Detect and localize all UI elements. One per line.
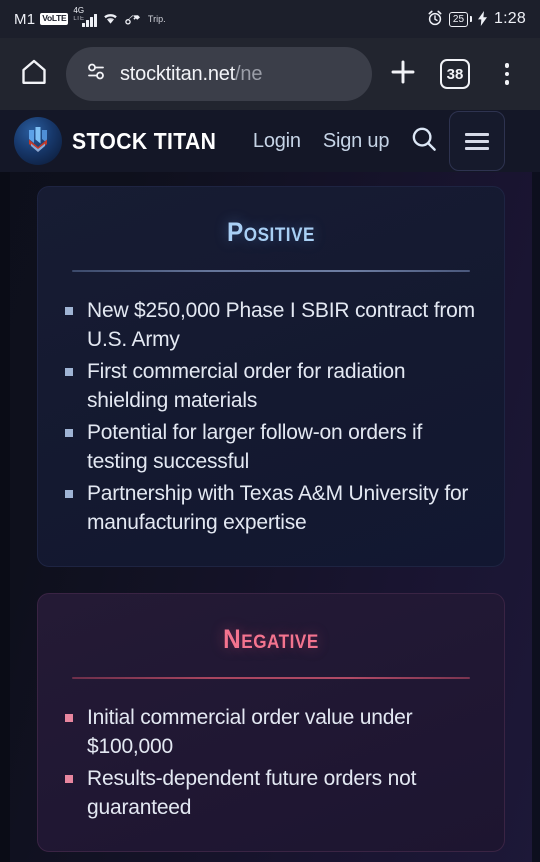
- alarm-clock-icon: [427, 10, 443, 28]
- tab-count-badge: 38: [440, 59, 470, 89]
- status-bar-right: 25 1:28: [427, 10, 526, 28]
- search-icon: [409, 124, 439, 159]
- search-button[interactable]: [409, 124, 439, 159]
- list-item: Results-dependent future orders not guar…: [62, 764, 480, 822]
- hamburger-menu-button[interactable]: [449, 111, 506, 171]
- browser-toolbar: stocktitan.net/ne 38: [0, 38, 540, 110]
- page-content-area: Positive New $250,000 Phase I SBIR contr…: [0, 172, 540, 862]
- browser-menu-button[interactable]: [486, 53, 528, 95]
- sentiment-cards-container: Positive New $250,000 Phase I SBIR contr…: [10, 172, 532, 862]
- network-type-label: 4G: [73, 6, 85, 15]
- new-tab-button[interactable]: [382, 53, 424, 95]
- phone-screen: M1 VoLTE 4G LTE Trip. 25 1:28 stocktitan…: [0, 0, 540, 862]
- list-item: Partnership with Texas A&M University fo…: [62, 479, 480, 537]
- signal-strength-bars: [82, 14, 97, 27]
- positive-sentiment-card: Positive New $250,000 Phase I SBIR contr…: [37, 186, 505, 567]
- carrier-label: M1: [14, 10, 36, 28]
- trip-app-label: Trip.: [147, 14, 166, 24]
- charging-bolt-icon: [478, 10, 488, 28]
- url-text[interactable]: stocktitan.net/ne: [120, 63, 262, 86]
- positive-card-divider: [72, 270, 470, 272]
- tab-switcher-button[interactable]: 38: [434, 53, 476, 95]
- tune-sliders-icon[interactable]: [84, 60, 108, 89]
- volte-badge: VoLTE: [40, 13, 69, 25]
- android-status-bar: M1 VoLTE 4G LTE Trip. 25 1:28: [0, 0, 540, 38]
- signal-bars-icon: 4G LTE: [73, 7, 97, 27]
- overflow-menu-icon: [504, 63, 510, 85]
- site-header: STOCK TITAN Login Sign up: [0, 110, 540, 172]
- home-icon: [19, 57, 49, 92]
- clock-label: 1:28: [494, 10, 526, 27]
- url-host: stocktitan.net: [120, 62, 236, 85]
- url-path: /ne: [235, 62, 263, 85]
- plus-icon: [387, 56, 419, 93]
- signup-link[interactable]: Sign up: [323, 130, 390, 153]
- header-nav: Login Sign up: [253, 130, 390, 153]
- page-right-edge: [532, 172, 540, 862]
- negative-card-title: Negative: [223, 624, 319, 654]
- positive-card-title: Positive: [226, 217, 316, 247]
- battery-tip: [470, 16, 473, 22]
- list-item: First commercial order for radiation shi…: [62, 357, 480, 415]
- wifi-icon: [102, 12, 119, 27]
- positive-bullet-list: New $250,000 Phase I SBIR contract from …: [62, 296, 480, 537]
- hamburger-menu-icon: [465, 132, 490, 136]
- status-bar-left: M1 VoLTE 4G LTE Trip.: [14, 7, 166, 28]
- vpn-key-icon: [124, 12, 142, 27]
- network-sub-label: LTE: [73, 16, 84, 22]
- home-button[interactable]: [12, 52, 56, 96]
- login-link[interactable]: Login: [253, 130, 301, 153]
- negative-card-divider: [72, 677, 470, 679]
- page-left-edge: [0, 172, 10, 862]
- stock-titan-logo-icon[interactable]: [14, 117, 62, 165]
- brand-name[interactable]: STOCK TITAN: [72, 128, 216, 155]
- list-item: Potential for larger follow-on orders if…: [62, 418, 480, 476]
- battery-icon: 25: [448, 11, 469, 27]
- list-item: Initial commercial order value under $10…: [62, 703, 480, 761]
- negative-sentiment-card: Negative Initial commercial order value …: [37, 593, 505, 852]
- url-bar[interactable]: stocktitan.net/ne: [66, 47, 372, 101]
- list-item: New $250,000 Phase I SBIR contract from …: [62, 296, 480, 354]
- negative-bullet-list: Initial commercial order value under $10…: [62, 703, 480, 822]
